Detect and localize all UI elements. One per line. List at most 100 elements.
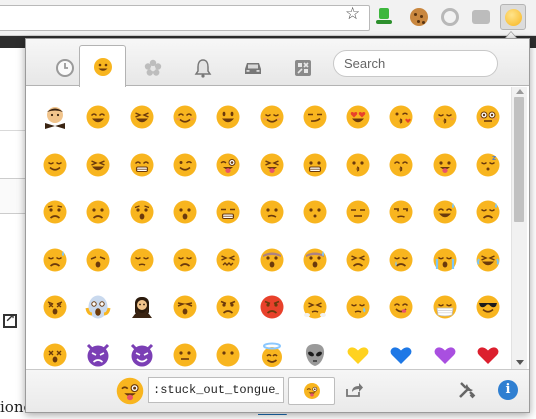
shortcode-field[interactable] [148, 377, 284, 403]
emoji-heart-eyes[interactable] [345, 104, 371, 130]
chat-extension-icon[interactable] [472, 10, 490, 24]
emoji-confused[interactable] [259, 199, 285, 225]
emoji-flushed[interactable] [475, 104, 501, 130]
emoji-alien[interactable] [302, 342, 328, 368]
emoji-unamused[interactable] [388, 199, 414, 225]
emoji-stuck-out-tongue-winking-eye[interactable] [215, 152, 241, 178]
emoji-sweat-smile[interactable] [432, 199, 458, 225]
emoji-kissing-smiling-eyes[interactable] [388, 152, 414, 178]
star-icon[interactable]: ☆ [345, 6, 360, 23]
gray-circle-extension-icon[interactable] [441, 8, 459, 26]
emoji-no-mouth[interactable] [215, 342, 241, 368]
emoji-relieved[interactable] [42, 152, 68, 178]
scrollbar-thumb[interactable] [514, 97, 524, 222]
search-input[interactable] [333, 50, 498, 77]
emoji-cry[interactable] [388, 247, 414, 273]
tab-places[interactable] [229, 49, 276, 86]
emoji-confounded[interactable] [215, 247, 241, 273]
scrollbar[interactable] [511, 87, 527, 369]
emoji-neckbeard[interactable] [129, 294, 155, 320]
copy-emoji-button[interactable] [288, 377, 335, 405]
car-icon [244, 62, 261, 74]
emoji-bowtie[interactable] [42, 104, 68, 130]
share-icon[interactable] [344, 380, 364, 400]
emoji-neutral-face[interactable] [172, 342, 198, 368]
emoji-kissing-heart[interactable] [388, 104, 414, 130]
emoji-sunglasses[interactable] [475, 294, 501, 320]
emoji-grinning[interactable] [302, 152, 328, 178]
emoji-wink[interactable] [172, 152, 198, 178]
emoji-picker-popup: z i [25, 38, 530, 413]
emoji-hushed[interactable] [302, 199, 328, 225]
emoji-disappointed-relieved[interactable] [42, 247, 68, 273]
emoji-smiley[interactable] [215, 104, 241, 130]
emoji-disappointed[interactable] [172, 247, 198, 273]
emoji-open-mouth[interactable] [172, 199, 198, 225]
category-tabs [26, 39, 529, 87]
emoji-kissing-closed-eyes[interactable] [432, 104, 458, 130]
smiley-icon [505, 9, 522, 26]
emoji-purple-heart[interactable] [432, 342, 458, 368]
emoji-grid: z [26, 87, 510, 369]
emoji-yellow-heart[interactable] [345, 342, 371, 368]
emoji-joy[interactable] [475, 247, 501, 273]
emoji-angry[interactable] [215, 294, 241, 320]
emoji-pensive[interactable] [129, 247, 155, 273]
emoji-relaxed[interactable] [259, 104, 285, 130]
emoji-sleepy[interactable] [345, 294, 371, 320]
cookie-extension-icon[interactable] [410, 8, 428, 26]
emoji-weary[interactable] [85, 247, 111, 273]
emoji-sleeping[interactable]: z [475, 152, 501, 178]
emoji-kissing[interactable] [345, 152, 371, 178]
bell-icon [194, 58, 211, 78]
emoji-heart[interactable] [475, 342, 501, 368]
picker-footer: i [26, 369, 529, 412]
emoji-sob[interactable] [432, 247, 458, 273]
tab-symbols[interactable] [279, 49, 326, 86]
clock-icon [55, 58, 74, 77]
emoji-stuck-out-tongue-closed-eyes[interactable] [259, 152, 285, 178]
emoji-smiling-imp[interactable] [129, 342, 155, 368]
emoji-mask[interactable] [432, 294, 458, 320]
info-icon[interactable]: i [498, 380, 518, 400]
tab-nature[interactable] [129, 49, 176, 86]
tools-icon[interactable] [457, 380, 477, 400]
scroll-down-arrow-icon[interactable] [516, 360, 524, 365]
emoji-tired-face[interactable] [172, 294, 198, 320]
emoji-smile[interactable] [85, 104, 111, 130]
emoji-expressionless[interactable] [345, 199, 371, 225]
emoji-astonished[interactable] [42, 294, 68, 320]
emoji-imp[interactable] [85, 342, 111, 368]
popout-icon[interactable] [3, 311, 17, 328]
emoji-sweat[interactable] [475, 199, 501, 225]
emoji-blue-heart[interactable] [388, 342, 414, 368]
emoji-frowning[interactable] [85, 199, 111, 225]
tab-objects[interactable] [179, 49, 226, 86]
emoji-smirk[interactable] [302, 104, 328, 130]
emoji-cold-sweat[interactable] [302, 247, 328, 273]
address-bar[interactable] [0, 5, 370, 31]
emoji-rage[interactable] [259, 294, 285, 320]
emoji-scream[interactable] [85, 294, 111, 320]
emoji-grin[interactable] [129, 152, 155, 178]
emoji-fearful[interactable] [259, 247, 285, 273]
emoji-grimacing[interactable] [215, 199, 241, 225]
emoji-dizzy-face[interactable] [42, 342, 68, 368]
emoji-satisfied[interactable] [85, 152, 111, 178]
emoji-anguished[interactable] [129, 199, 155, 225]
browser-toolbar: ☆ [0, 0, 536, 36]
emoji-laughing[interactable] [129, 104, 155, 130]
tab-people[interactable] [79, 45, 126, 87]
emoji-extension-icon[interactable] [500, 4, 526, 30]
emoji-worried[interactable] [42, 199, 68, 225]
emoji-blush[interactable] [172, 104, 198, 130]
emoji-innocent[interactable] [259, 342, 285, 368]
emoji-triumph[interactable] [302, 294, 328, 320]
green-pin-extension-icon[interactable] [375, 8, 393, 26]
svg-text:z: z [492, 154, 496, 162]
emoji-yum[interactable] [388, 294, 414, 320]
flower-icon [144, 59, 161, 76]
emoji-stuck-out-tongue[interactable] [432, 152, 458, 178]
scroll-up-arrow-icon[interactable] [516, 89, 524, 94]
emoji-persevere[interactable] [345, 247, 371, 273]
